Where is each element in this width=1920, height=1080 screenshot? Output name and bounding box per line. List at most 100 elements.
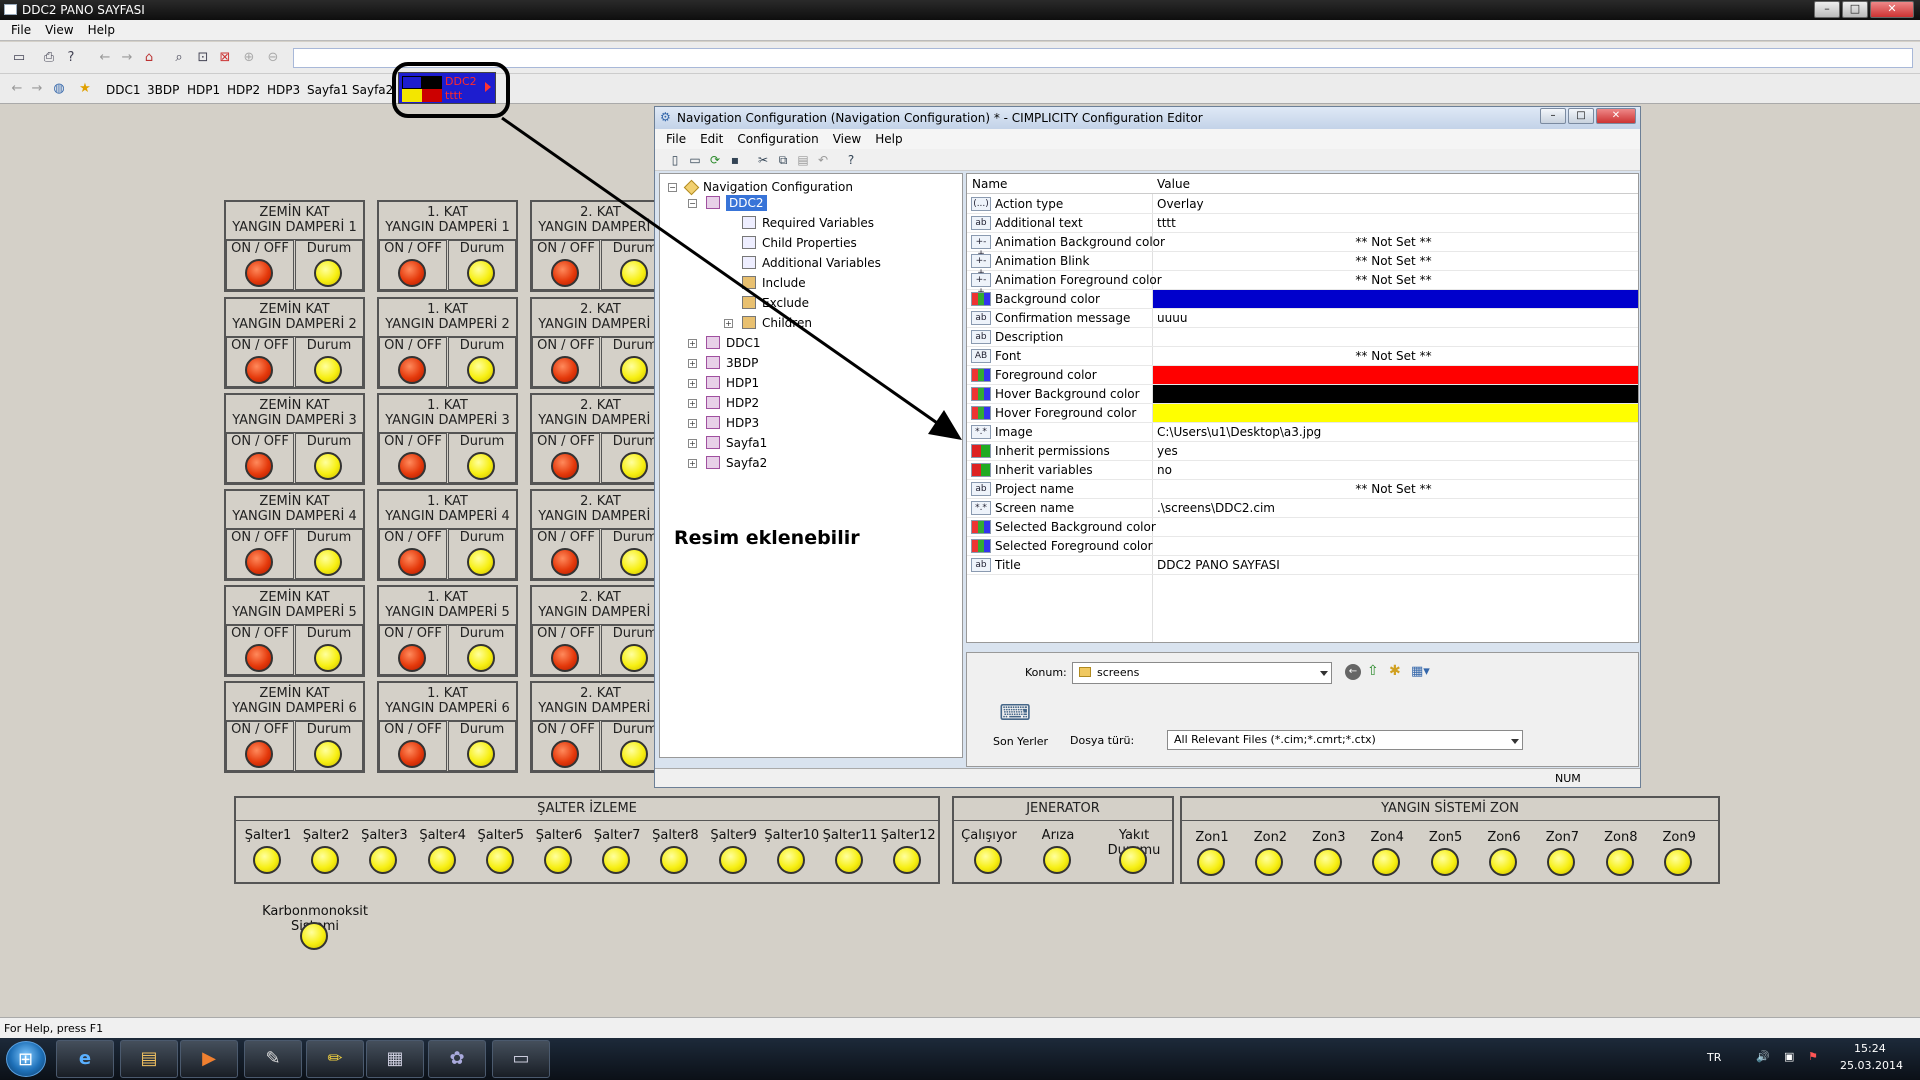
nav-back-icon[interactable]: ← xyxy=(8,80,26,98)
property-value[interactable]: DDC2 PANO SAYFASI xyxy=(1153,556,1638,574)
tree-screen-node[interactable]: + Sayfa2 xyxy=(688,456,767,470)
file-type-dropdown[interactable]: All Relevant Files (*.cim;*.cmrt;*.ctx) xyxy=(1167,730,1523,750)
tree-screen-node[interactable]: + DDC1 xyxy=(688,336,761,350)
tree-screen-node[interactable]: + HDP2 xyxy=(688,396,759,410)
expand-icon[interactable]: + xyxy=(688,439,697,448)
property-value[interactable]: no xyxy=(1153,461,1638,479)
on-off-led[interactable] xyxy=(398,452,426,480)
config-close-button[interactable]: ✕ xyxy=(1596,108,1636,124)
property-row[interactable]: Hover Background color xyxy=(967,385,1638,404)
network-app-icon[interactable]: ▦ xyxy=(366,1040,424,1078)
on-off-led[interactable] xyxy=(398,356,426,384)
on-off-cell[interactable]: ON / OFF xyxy=(532,721,600,771)
nav-link-sayfa2[interactable]: Sayfa2 xyxy=(352,83,393,97)
nav-link-hdp2[interactable]: HDP2 xyxy=(227,83,260,97)
property-value[interactable]: ** Not Set ** xyxy=(1153,271,1638,289)
tree-child-node[interactable]: Additional Variables xyxy=(742,256,881,270)
clock-date[interactable]: 25.03.2014 xyxy=(1840,1059,1903,1072)
property-row[interactable]: +-+ Animation Foreground color** Not Set … xyxy=(967,271,1638,297)
on-off-cell[interactable]: ON / OFF xyxy=(532,240,600,290)
on-off-led[interactable] xyxy=(245,740,273,768)
config-minimize-button[interactable]: – xyxy=(1540,108,1566,124)
clock-time[interactable]: 15:24 xyxy=(1854,1042,1886,1055)
on-off-cell[interactable]: ON / OFF xyxy=(226,721,294,771)
tree-screen-node[interactable]: + Sayfa1 xyxy=(688,436,767,450)
property-value[interactable] xyxy=(1153,404,1638,422)
property-row[interactable]: *.* Image C:\Users\u1\Desktop\a3.jpg xyxy=(967,423,1638,442)
on-off-cell[interactable]: ON / OFF xyxy=(379,625,447,675)
help-icon[interactable]: ? xyxy=(843,152,859,168)
property-row[interactable]: Hover Foreground color xyxy=(967,404,1638,423)
open-folder-icon[interactable]: ▭ xyxy=(10,49,28,67)
property-value[interactable]: C:\Users\u1\Desktop\a3.jpg xyxy=(1153,423,1638,441)
property-row[interactable]: Inherit variables no xyxy=(967,461,1638,480)
on-off-cell[interactable]: ON / OFF xyxy=(379,433,447,483)
config-menu-view[interactable]: View xyxy=(826,132,868,146)
open-folder-icon[interactable]: ▭ xyxy=(687,152,703,168)
toolbar-address-field[interactable] xyxy=(293,48,1913,68)
paste-icon[interactable]: ▤ xyxy=(795,152,811,168)
column-header-value[interactable]: Value xyxy=(1157,177,1190,191)
print-icon[interactable]: ⎙ xyxy=(40,49,58,67)
media-player-icon[interactable]: ▶ xyxy=(180,1040,238,1078)
on-off-cell[interactable]: ON / OFF xyxy=(379,337,447,387)
config-menu-file[interactable]: File xyxy=(659,132,693,146)
property-row[interactable]: Selected Background color xyxy=(967,518,1638,537)
expand-icon[interactable]: + xyxy=(688,399,697,408)
collapse-icon[interactable]: − xyxy=(668,183,677,192)
zoom-window-icon[interactable]: ⊡ xyxy=(194,49,212,67)
tree-child-node[interactable]: Include xyxy=(742,276,806,290)
on-off-cell[interactable]: ON / OFF xyxy=(226,625,294,675)
on-off-led[interactable] xyxy=(245,548,273,576)
expand-icon[interactable]: + xyxy=(688,359,697,368)
column-header-name[interactable]: Name xyxy=(972,177,1007,191)
favorites-star-icon[interactable]: ★ xyxy=(76,80,94,98)
tree-screen-node[interactable]: + HDP1 xyxy=(688,376,759,390)
property-value[interactable]: uuuu xyxy=(1153,309,1638,327)
on-off-led[interactable] xyxy=(398,644,426,672)
collapse-icon[interactable]: − xyxy=(688,199,697,208)
file-explorer-icon[interactable]: ▤ xyxy=(120,1040,178,1078)
start-button[interactable]: ⊞ xyxy=(6,1041,46,1077)
property-row[interactable]: ab Confirmation message uuuu xyxy=(967,309,1638,328)
paint-app-icon[interactable]: ✿ xyxy=(428,1040,486,1078)
on-off-cell[interactable]: ON / OFF xyxy=(226,337,294,387)
home-icon[interactable]: ⌂ xyxy=(140,49,158,67)
on-off-cell[interactable]: ON / OFF xyxy=(532,625,600,675)
nav-link-3bdp[interactable]: 3BDP xyxy=(147,83,179,97)
on-off-led[interactable] xyxy=(245,644,273,672)
network-icon[interactable]: ▣ xyxy=(1784,1050,1794,1063)
tools-app-icon[interactable]: ✎ xyxy=(244,1040,302,1078)
on-off-cell[interactable]: ON / OFF xyxy=(379,240,447,290)
refresh-icon[interactable]: ⟳ xyxy=(707,152,723,168)
tree-child-node[interactable]: Exclude xyxy=(742,296,809,310)
on-off-led[interactable] xyxy=(551,548,579,576)
on-off-led[interactable] xyxy=(398,259,426,287)
on-off-cell[interactable]: ON / OFF xyxy=(379,721,447,771)
on-off-cell[interactable]: ON / OFF xyxy=(226,433,294,483)
expand-icon[interactable]: + xyxy=(688,419,697,428)
recent-places-label[interactable]: Son Yerler xyxy=(993,735,1048,748)
undo-icon[interactable]: ↶ xyxy=(815,152,831,168)
zoom-out-icon[interactable]: ⊖ xyxy=(264,49,282,67)
nav-forward-icon[interactable]: → xyxy=(28,80,46,98)
property-value[interactable] xyxy=(1153,385,1638,403)
expand-icon[interactable]: + xyxy=(724,319,733,328)
property-value[interactable] xyxy=(1153,537,1638,555)
nav-link-sayfa1[interactable]: Sayfa1 xyxy=(307,83,348,97)
expand-icon[interactable]: + xyxy=(688,339,697,348)
property-row[interactable]: Foreground color xyxy=(967,366,1638,385)
zoom-in-icon[interactable]: ⊕ xyxy=(240,49,258,67)
tree-child-node[interactable]: Required Variables xyxy=(742,216,874,230)
tree-node-ddc2[interactable]: − DDC2 xyxy=(688,195,767,211)
on-off-cell[interactable]: ON / OFF xyxy=(532,337,600,387)
on-off-cell[interactable]: ON / OFF xyxy=(226,240,294,290)
property-row[interactable]: ab Title DDC2 PANO SAYFASI xyxy=(967,556,1638,575)
config-menu-edit[interactable]: Edit xyxy=(693,132,730,146)
config-menu-help[interactable]: Help xyxy=(868,132,909,146)
save-icon[interactable]: ▪ xyxy=(727,152,743,168)
forward-icon[interactable]: → xyxy=(118,49,136,67)
property-row[interactable]: (...) Action type Overlay xyxy=(967,195,1638,214)
tree-root[interactable]: − Navigation Configuration xyxy=(668,179,853,196)
property-row[interactable]: Inherit permissions yes xyxy=(967,442,1638,461)
